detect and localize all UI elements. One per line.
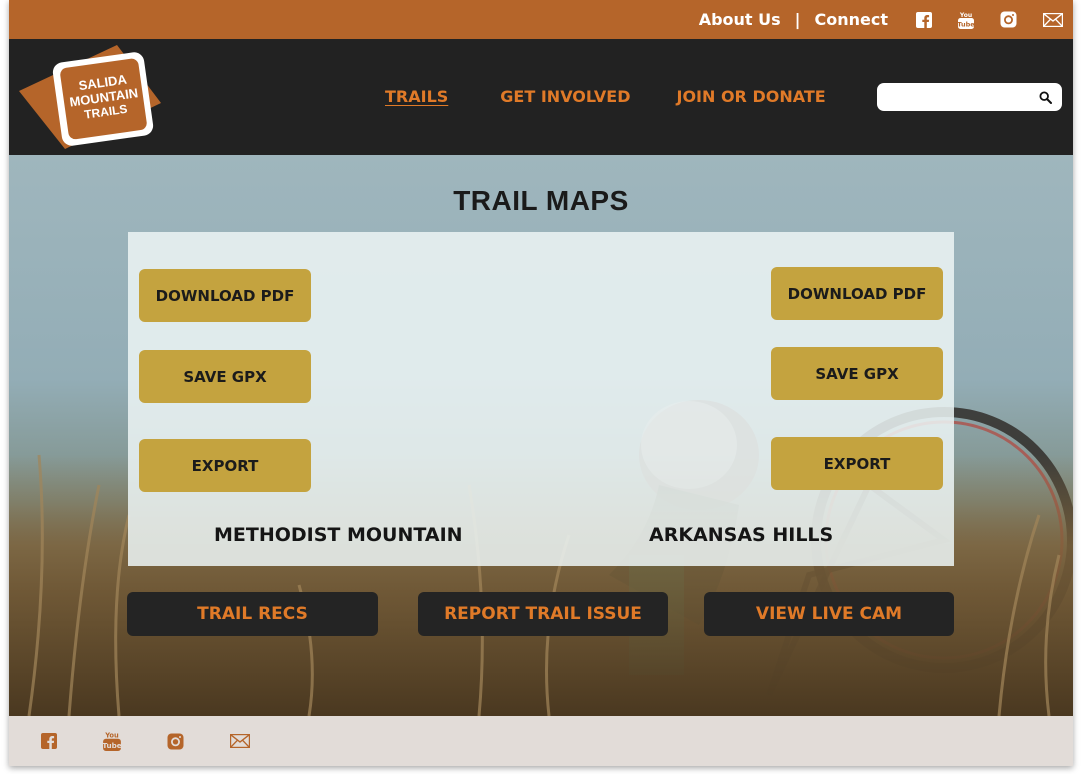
- main-nav: TRAILS GET INVOLVED JOIN OR DONATE: [385, 87, 826, 106]
- salida-mountain-trails-logo[interactable]: SALIDA MOUNTAIN TRAILS: [19, 45, 161, 149]
- arkansas-download-pdf-button[interactable]: DOWNLOAD PDF: [771, 267, 943, 320]
- svg-text:Tube: Tube: [958, 20, 974, 28]
- map-name-methodist-mountain: METHODIST MOUNTAIN: [214, 524, 463, 546]
- svg-text:You: You: [104, 732, 119, 740]
- top-bar: About Us | Connect You Tube: [9, 0, 1073, 39]
- separator: |: [794, 10, 801, 29]
- search-icon[interactable]: [1039, 90, 1052, 104]
- methodist-export-button[interactable]: EXPORT: [139, 439, 311, 492]
- mail-icon[interactable]: [230, 734, 250, 748]
- nav-join-or-donate[interactable]: JOIN OR DONATE: [676, 87, 825, 106]
- map-name-arkansas-hills: ARKANSAS HILLS: [649, 524, 834, 546]
- svg-text:You: You: [959, 12, 972, 19]
- facebook-icon[interactable]: [916, 11, 932, 28]
- search-box: [877, 83, 1062, 111]
- arkansas-export-button[interactable]: EXPORT: [771, 437, 943, 490]
- page-frame: About Us | Connect You Tube SALIDA MOUNT…: [9, 0, 1073, 766]
- about-us-link[interactable]: About Us: [699, 10, 781, 29]
- facebook-icon[interactable]: [41, 733, 57, 749]
- arkansas-save-gpx-button[interactable]: SAVE GPX: [771, 347, 943, 400]
- trail-recs-button[interactable]: TRAIL RECS: [127, 592, 378, 636]
- instagram-icon[interactable]: [167, 733, 184, 750]
- footer: You Tube: [9, 716, 1073, 766]
- svg-text:Tube: Tube: [103, 741, 121, 750]
- search-input[interactable]: [885, 87, 1035, 107]
- youtube-icon[interactable]: You Tube: [958, 11, 974, 29]
- youtube-icon[interactable]: You Tube: [103, 731, 121, 751]
- nav-trails[interactable]: TRAILS: [385, 87, 448, 106]
- nav-get-involved[interactable]: GET INVOLVED: [500, 87, 630, 106]
- view-live-cam-button[interactable]: VIEW LIVE CAM: [704, 592, 954, 636]
- connect-link[interactable]: Connect: [815, 10, 889, 29]
- page-title: TRAIL MAPS: [453, 185, 629, 216]
- methodist-save-gpx-button[interactable]: SAVE GPX: [139, 350, 311, 403]
- methodist-download-pdf-button[interactable]: DOWNLOAD PDF: [139, 269, 311, 322]
- hero-section: TRAIL MAPS DOWNLOAD PDF SAVE GPX EXPORT …: [9, 155, 1073, 716]
- report-trail-issue-button[interactable]: REPORT TRAIL ISSUE: [418, 592, 668, 636]
- main-header: SALIDA MOUNTAIN TRAILS TRAILS GET INVOLV…: [9, 39, 1073, 155]
- mail-icon[interactable]: [1043, 12, 1063, 27]
- instagram-icon[interactable]: [1000, 11, 1017, 28]
- top-social-icons: You Tube: [916, 11, 1063, 29]
- trail-maps-panel: DOWNLOAD PDF SAVE GPX EXPORT METHODIST M…: [128, 232, 954, 566]
